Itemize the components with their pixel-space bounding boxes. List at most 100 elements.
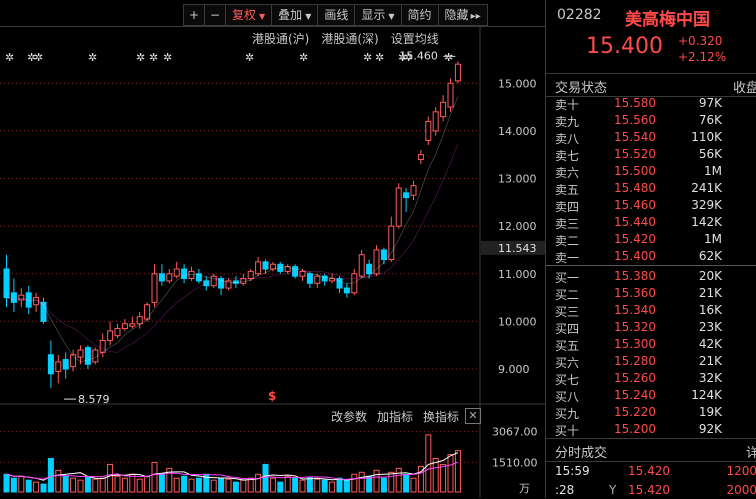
trades-title: 分时成交: [555, 446, 608, 461]
volume-bar: [151, 461, 158, 493]
level-price: 15.340: [614, 303, 656, 317]
event-star-icon: ✲: [88, 51, 97, 64]
trade-volume: 2000: [726, 483, 756, 497]
zoom-out-button[interactable]: −: [204, 4, 225, 26]
ask-row[interactable]: 卖一 15.400 62K: [546, 248, 756, 265]
current-price-label: 11.543: [498, 242, 537, 255]
level-price: 15.200: [614, 422, 656, 436]
candle-body: [425, 120, 432, 141]
volume-bar: [10, 477, 17, 493]
bid-row[interactable]: 买二 15.360 21K: [546, 285, 756, 302]
hide-panel-button[interactable]: 隐藏 ▸▸: [437, 4, 488, 26]
hk-connect-sz-link[interactable]: 港股通(深): [321, 30, 378, 47]
ask-row[interactable]: 卖九 15.560 76K: [546, 112, 756, 129]
price-tick-label: 14.000: [498, 125, 537, 138]
volume-bar: [262, 463, 269, 493]
price-tick-label: 11.000: [498, 268, 537, 281]
trading-status-row: 交易状态 收盘: [546, 73, 756, 97]
event-star-icon: ✲: [404, 51, 413, 64]
candle-body: [366, 263, 373, 275]
volume-bar: [440, 463, 447, 493]
bid-row[interactable]: 买五 15.300 42K: [546, 336, 756, 353]
close-indicator-button[interactable]: ✕: [465, 408, 481, 424]
order-book-divider: [546, 265, 756, 266]
volume-bar: [92, 478, 99, 493]
volume-bar: [403, 473, 410, 493]
volume-bar: [40, 483, 47, 493]
candle-body: [114, 328, 121, 337]
volume-bar: [210, 479, 217, 493]
draw-lines-button[interactable]: 画线: [317, 4, 355, 26]
bid-row[interactable]: 买四 15.320 23K: [546, 319, 756, 336]
price-tick-label: 9.000: [498, 363, 530, 376]
volume-bar: [447, 454, 454, 493]
volume-bar: [277, 481, 284, 493]
price-tick-label: 15.000: [498, 77, 537, 90]
volume-bar: [225, 478, 232, 493]
level-label: 卖三: [555, 217, 580, 231]
volume-bar: [144, 475, 151, 493]
level-label: 买二: [555, 288, 580, 302]
simple-mode-button[interactable]: 简约: [400, 4, 438, 26]
volume-bar: [373, 469, 380, 493]
candle-body: [166, 273, 173, 282]
edit-params-link[interactable]: 改参数: [331, 408, 367, 425]
ma-settings-link[interactable]: 设置均线: [391, 30, 439, 47]
bid-row[interactable]: 买八 15.240 124K: [546, 387, 756, 404]
bid-row[interactable]: 买七 15.260 32K: [546, 370, 756, 387]
level-price: 15.260: [614, 371, 656, 385]
level-label: 卖六: [555, 166, 580, 180]
level-label: 卖七: [555, 149, 580, 163]
candlestick-chart[interactable]: 15.000 14.000 13.000 12.000 11.000 10.000 9.00…: [0, 26, 545, 498]
volume-bar: [181, 475, 188, 493]
volume-bar: [173, 477, 180, 493]
trade-row: 15:59 15.420 1200: [546, 462, 756, 480]
level-volume: 62K: [698, 249, 722, 263]
volume-bar: [329, 481, 336, 493]
bid-row[interactable]: 买十 15.200 92K: [546, 421, 756, 438]
bid-row[interactable]: 买三 15.340 16K: [546, 302, 756, 319]
volume-bar: [232, 481, 239, 493]
candle-body: [454, 63, 461, 82]
last-price: 15.400: [586, 34, 663, 59]
adjust-menu-button[interactable]: 复权 ▼: [225, 4, 272, 26]
ask-row[interactable]: 卖十 15.580 97K: [546, 95, 756, 112]
candle-body: [306, 273, 313, 284]
level-volume: 32K: [698, 371, 722, 385]
bid-row[interactable]: 买六 15.280 21K: [546, 353, 756, 370]
stock-name: 美高梅中国: [625, 10, 710, 30]
candle-body: [380, 249, 387, 260]
ask-row[interactable]: 卖五 15.480 241K: [546, 180, 756, 197]
candle-body: [299, 270, 306, 277]
level-price: 15.320: [614, 320, 656, 334]
event-star-icon: ✲: [34, 51, 43, 64]
bid-row[interactable]: 买九 15.220 19K: [546, 404, 756, 421]
event-star-icon: ✲: [363, 51, 372, 64]
display-menu-button[interactable]: 显示 ▼: [354, 4, 401, 26]
level-volume: 16K: [698, 303, 722, 317]
volume-bar: [366, 475, 373, 493]
trades-header[interactable]: 分时成交 详: [546, 438, 756, 462]
volume-bar: [62, 475, 69, 493]
volume-bar: [77, 479, 84, 493]
bid-row[interactable]: 买一 15.380 20K: [546, 268, 756, 285]
event-star-icon: ✲: [5, 51, 14, 64]
switch-indicator-link[interactable]: 换指标: [423, 408, 459, 425]
add-indicator-link[interactable]: 加指标: [377, 408, 413, 425]
ask-row[interactable]: 卖四 15.460 329K: [546, 197, 756, 214]
hk-connect-sh-link[interactable]: 港股通(沪): [252, 30, 309, 47]
overlay-menu-button[interactable]: 叠加 ▼: [271, 4, 318, 26]
ask-row[interactable]: 卖八 15.540 110K: [546, 129, 756, 146]
trades-detail-link[interactable]: 详: [746, 442, 756, 461]
zoom-in-button[interactable]: +: [183, 4, 204, 26]
ask-row[interactable]: 卖六 15.500 1M: [546, 163, 756, 180]
double-arrow-right-icon: ▸▸: [470, 11, 481, 22]
volume-bar: [47, 458, 54, 493]
level-label: 卖一: [555, 251, 580, 265]
candle-body: [121, 323, 128, 330]
ask-row[interactable]: 卖二 15.420 1M: [546, 231, 756, 248]
candle-body: [210, 275, 217, 287]
ask-row[interactable]: 卖七 15.520 56K: [546, 146, 756, 163]
ask-row[interactable]: 卖三 15.440 142K: [546, 214, 756, 231]
volume-bar: [388, 471, 395, 493]
